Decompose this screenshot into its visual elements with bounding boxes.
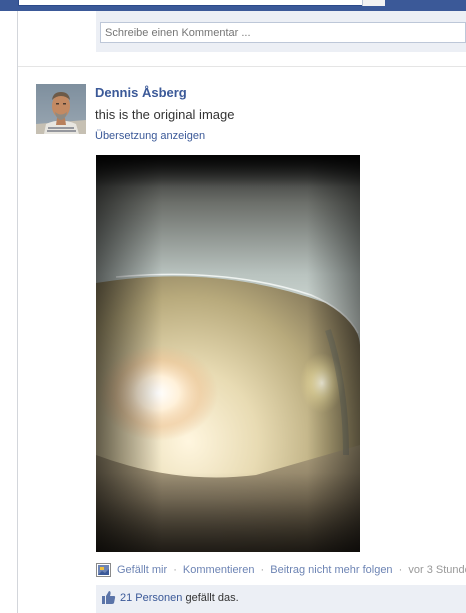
timestamp[interactable]: vor 3 Stunden <box>408 564 466 576</box>
likes-text: 21 Personen gefällt das. <box>120 592 239 604</box>
comment-link[interactable]: Kommentieren <box>183 564 255 576</box>
left-column-rule <box>17 11 18 613</box>
facebook-post-page: Dennis Åsberg this is the original image… <box>0 0 466 613</box>
search-box[interactable] <box>18 0 385 6</box>
photo-icon <box>96 563 111 577</box>
top-navigation-bar <box>0 0 466 11</box>
translate-link[interactable]: Übersetzung anzeigen <box>95 130 205 142</box>
avatar-image <box>36 84 86 134</box>
post-photo-image <box>96 155 360 552</box>
thumbs-up-icon <box>101 590 116 605</box>
separator: · <box>398 564 403 576</box>
likes-summary: 21 Personen gefällt das. <box>96 585 466 613</box>
post-photo[interactable] <box>96 155 360 552</box>
separator: · <box>173 564 177 576</box>
post-separator <box>18 66 466 67</box>
action-links: Gefällt mir · Kommentieren · Beitrag nic… <box>117 564 466 576</box>
avatar[interactable] <box>36 84 86 134</box>
comment-input[interactable] <box>100 22 466 43</box>
post-text: this is the original image <box>95 107 235 122</box>
unfollow-link[interactable]: Beitrag nicht mehr folgen <box>270 564 392 576</box>
like-link[interactable]: Gefällt mir <box>117 564 167 576</box>
likes-suffix: gefällt das. <box>185 592 239 604</box>
separator: · <box>260 564 265 576</box>
search-button[interactable] <box>362 0 385 6</box>
likes-count-link[interactable]: 21 Personen <box>120 592 182 604</box>
post-actions: Gefällt mir · Kommentieren · Beitrag nic… <box>96 563 466 579</box>
post-author-name[interactable]: Dennis Åsberg <box>95 85 187 100</box>
